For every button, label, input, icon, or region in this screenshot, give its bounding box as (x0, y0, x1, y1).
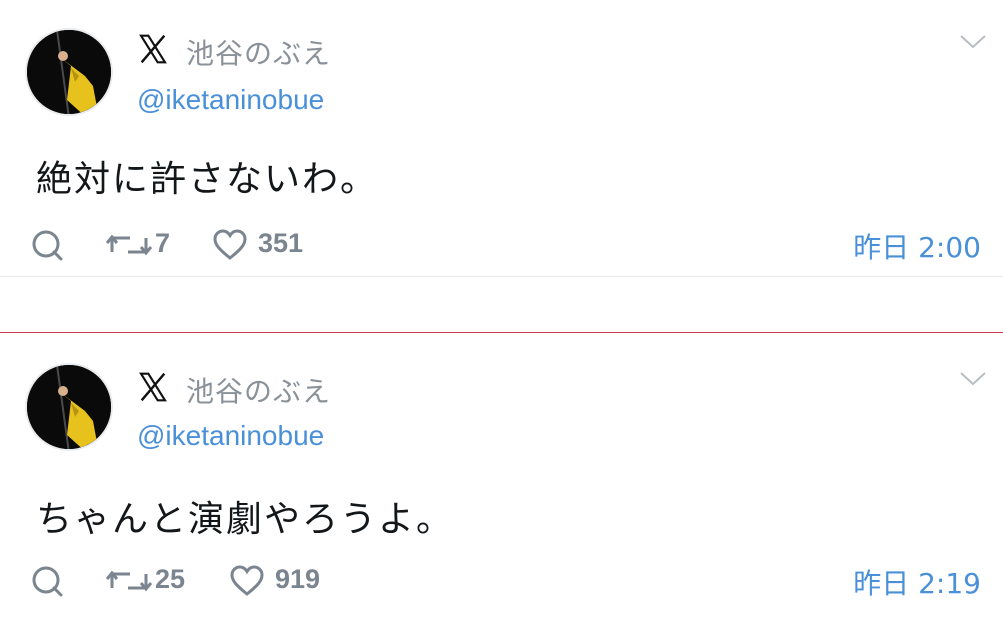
like-count: 919 (275, 564, 321, 594)
x-logo-icon (139, 34, 167, 64)
x-logo-icon (139, 372, 167, 402)
tweet-actions: 25 919 昨日 2:19 (0, 560, 1003, 600)
heart-icon[interactable] (212, 229, 248, 261)
reply-icon[interactable] (30, 228, 64, 262)
display-name[interactable]: 池谷のぶえ (186, 370, 331, 410)
user-handle[interactable]: @iketaninobue (137, 420, 324, 452)
retweet-count: 25 (155, 564, 186, 594)
retweet-icon[interactable] (106, 230, 152, 260)
display-name[interactable]: 池谷のぶえ (186, 32, 331, 72)
tweet-text: ちゃんと演劇やろうよ。 (36, 499, 455, 540)
tweet-separator (0, 277, 1003, 334)
red-divider (0, 332, 1003, 333)
heart-icon[interactable] (229, 565, 265, 597)
tweet-timestamp[interactable]: 昨日 2:00 (853, 226, 981, 266)
tweet-timestamp[interactable]: 昨日 2:19 (853, 562, 981, 602)
retweet-icon[interactable] (106, 566, 152, 596)
chevron-down-icon[interactable] (958, 33, 988, 51)
tweet-text: 絶対に許さないわ。 (36, 159, 379, 200)
retweet-count: 7 (155, 228, 171, 258)
tweet-card[interactable]: 池谷のぶえ @iketaninobue ちゃんと演劇やろうよ。 25 919 昨… (0, 334, 1003, 619)
avatar[interactable] (25, 363, 113, 451)
tweet-actions: 7 351 昨日 2:00 (0, 224, 1003, 264)
avatar[interactable] (25, 28, 113, 116)
reply-icon[interactable] (30, 564, 64, 598)
like-count: 351 (258, 228, 304, 258)
user-handle[interactable]: @iketaninobue (137, 84, 324, 116)
chevron-down-icon[interactable] (958, 370, 988, 388)
tweet-card[interactable]: 池谷のぶえ @iketaninobue 絶対に許さないわ。 7 351 昨日 2… (0, 0, 1003, 277)
